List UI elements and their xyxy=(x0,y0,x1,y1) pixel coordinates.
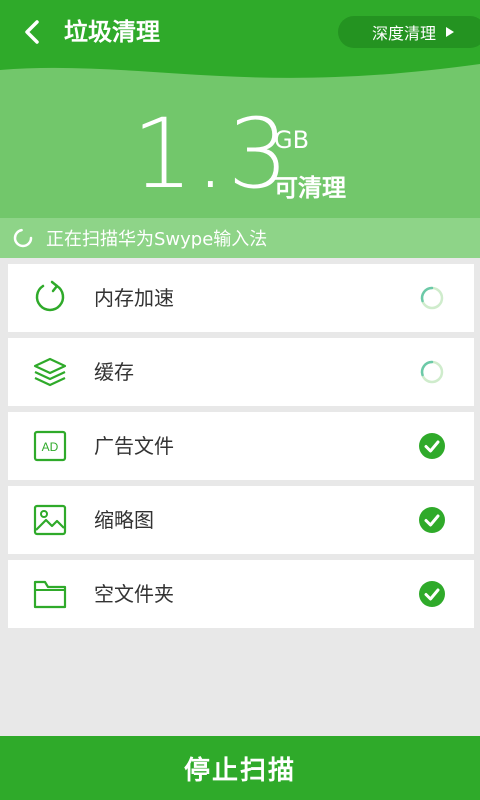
cleanable-size-unit: GB xyxy=(274,126,310,154)
list-item-thumbnails[interactable]: 缩略图 xyxy=(8,486,474,554)
check-done-icon xyxy=(418,506,446,534)
header-panel: 垃圾清理 深度清理 1.3 GB 可清理 正在扫描华为Swype输入法 xyxy=(0,0,480,258)
deep-clean-button[interactable]: 深度清理 xyxy=(338,16,480,48)
check-done-icon xyxy=(418,580,446,608)
list-item-empty-folders[interactable]: 空文件夹 xyxy=(8,560,474,628)
cleanable-size-value: 1.3 xyxy=(132,98,291,210)
scan-category-list: 内存加速 缓存 AD 广告文件 缩略图 空文件夹 xyxy=(8,264,474,634)
back-arrow-icon xyxy=(25,20,39,44)
scan-status-text: 正在扫描华为Swype输入法 xyxy=(46,229,268,250)
scan-status-bar: 正在扫描华为Swype输入法 xyxy=(0,218,480,258)
stop-scan-label: 停止扫描 xyxy=(183,755,296,786)
check-done-icon xyxy=(418,432,446,460)
back-button[interactable] xyxy=(14,14,50,50)
list-item-cache[interactable]: 缓存 xyxy=(8,338,474,406)
list-item-memory-boost[interactable]: 内存加速 xyxy=(8,264,474,332)
list-item-label: 缓存 xyxy=(94,360,134,384)
list-item-label: 广告文件 xyxy=(94,434,174,458)
memory-boost-icon xyxy=(32,280,68,316)
deep-clean-label: 深度清理 xyxy=(372,24,437,43)
ad-file-icon: AD xyxy=(32,428,68,464)
scanning-spinner-icon xyxy=(418,284,446,312)
header-wave xyxy=(0,56,480,78)
thumbnail-image-icon xyxy=(32,502,68,538)
page-title: 垃圾清理 xyxy=(64,18,160,46)
svg-text:AD: AD xyxy=(42,440,59,454)
stop-scan-button[interactable]: 停止扫描 xyxy=(0,736,480,800)
list-item-label: 空文件夹 xyxy=(94,582,174,606)
play-arrow-icon xyxy=(446,27,455,37)
empty-folder-icon xyxy=(32,576,68,612)
list-item-label: 缩略图 xyxy=(94,508,154,532)
cleanable-caption: 可清理 xyxy=(274,174,346,202)
list-item-label: 内存加速 xyxy=(94,286,174,310)
scanning-spinner-icon xyxy=(418,358,446,386)
loading-spinner-icon xyxy=(12,227,34,249)
list-item-ad-files[interactable]: AD 广告文件 xyxy=(8,412,474,480)
cache-layers-icon xyxy=(32,354,68,390)
